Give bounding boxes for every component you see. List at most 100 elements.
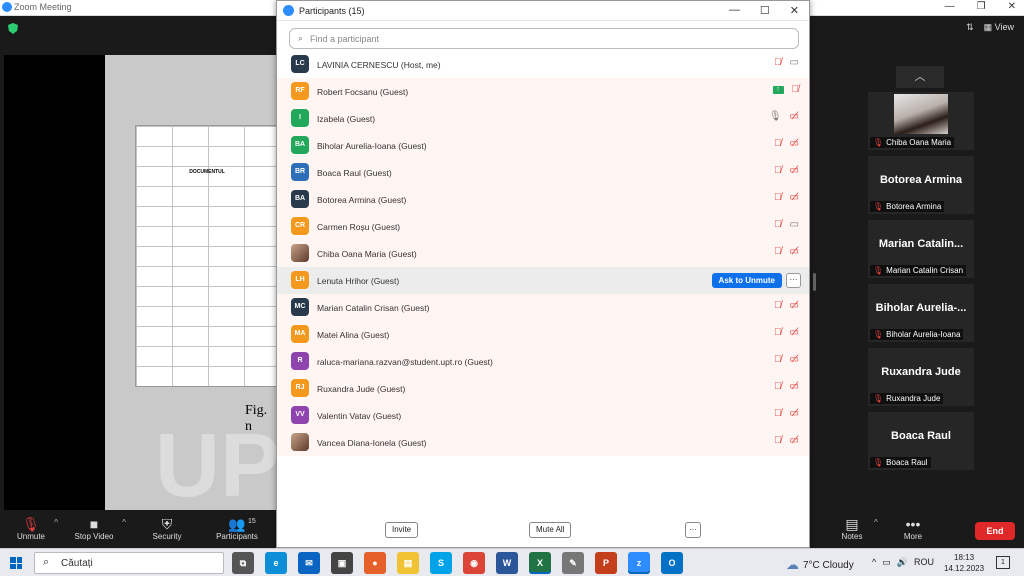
taskbar-clock[interactable]: 18:13 14.12.2023 [944, 552, 984, 574]
video-tile[interactable]: Biholar Aurelia-... 🎙 Biholar Aurelia-Ioan… [868, 284, 974, 342]
stop-video-button[interactable]: ■ Stop Video ^ [72, 516, 127, 541]
gallery-scroll-up-button[interactable]: ︿ [896, 66, 944, 88]
video-off-icon: ▭̸ [789, 381, 799, 392]
participant-row[interactable]: MA Matei Alina (Guest) 🎙̸ ▭̸ [277, 321, 809, 348]
participant-name: Ruxandra Jude (Guest) [317, 384, 406, 394]
tile-display-name: Ruxandra Jude [881, 366, 961, 378]
word-taskbar-icon[interactable]: W [496, 552, 518, 574]
weather-widget[interactable]: ☁ 7°C Cloudy [786, 557, 854, 573]
notes-button[interactable]: ▤ Notes [840, 516, 864, 541]
more-dots-icon: ••• [905, 516, 921, 532]
chevron-up-icon[interactable]: ^ [122, 518, 126, 527]
participant-row[interactable]: BR Boaca Raul (Guest) 🎙̸ ▭̸ [277, 159, 809, 186]
powerpoint-taskbar-icon[interactable]: P [595, 552, 617, 574]
video-tile[interactable]: Marian Catalin... 🎙 Marian Catalin Crisan [868, 220, 974, 278]
participant-status-icons: 🎙̸ ▭̸ [774, 138, 799, 149]
mic-muted-icon[interactable]: 🎙̸ [774, 435, 782, 446]
paint-taskbar-icon[interactable]: ✎ [562, 552, 584, 574]
participant-row[interactable]: CR Carmen Roșu (Guest) 🎙̸ ▭ [277, 213, 809, 240]
participant-row[interactable]: RF Robert Focsanu (Guest) ↑ 🎙̸ [277, 78, 809, 105]
mic-muted-icon[interactable]: 🎙̸ [774, 408, 782, 419]
outlook-taskbar-icon[interactable]: O [661, 552, 683, 574]
participant-row[interactable]: LH Lenuta Hrihor (Guest) Ask to Unmute ··· [277, 267, 809, 294]
task-view-taskbar-icon[interactable]: ⧉ [232, 552, 254, 574]
language-indicator[interactable]: ROU [914, 557, 934, 568]
unmute-button[interactable]: 🎙 Unmute ^ [14, 516, 58, 541]
mute-all-button[interactable]: Mute All [529, 522, 572, 538]
participant-row[interactable]: BA Botorea Armina (Guest) 🎙̸ ▭̸ [277, 186, 809, 213]
mail-taskbar-icon[interactable]: ✉ [298, 552, 320, 574]
participant-row[interactable]: BA Biholar Aurelia-Ioana (Guest) 🎙̸ ▭̸ [277, 132, 809, 159]
more-button[interactable]: ••• More [898, 516, 928, 541]
skype-taskbar-icon[interactable]: S [430, 552, 452, 574]
participant-row[interactable]: RJ Ruxandra Jude (Guest) 🎙̸ ▭̸ [277, 375, 809, 402]
windows-start-icon[interactable] [10, 557, 22, 569]
mic-muted-icon[interactable]: 🎙̸ [774, 354, 782, 365]
restore-icon[interactable]: ❐ [977, 1, 986, 12]
network-icon[interactable]: ▭ [882, 557, 891, 568]
security-shield-icon[interactable] [8, 23, 18, 34]
invite-button[interactable]: Invite [385, 522, 419, 538]
participant-more-button[interactable]: ··· [786, 273, 801, 288]
mic-muted-icon[interactable]: 🎙̸ [774, 327, 782, 338]
mic-icon[interactable]: 🎙 [769, 111, 782, 122]
taskbar-search-text: Căutați [61, 558, 93, 569]
participant-row[interactable]: MC Marian Catalin Crisan (Guest) 🎙̸ ▭̸ [277, 294, 809, 321]
view-button[interactable]: ▦ View [984, 22, 1014, 33]
video-tile[interactable]: Boaca Raul 🎙 Boaca Raul [868, 412, 974, 470]
participant-row[interactable]: LC LAVINIA CERNESCU (Host, me) 🎙̸ ▭ [277, 51, 809, 78]
video-off-icon: ▭̸ [789, 192, 799, 203]
end-meeting-button[interactable]: End [975, 522, 1015, 540]
store-taskbar-icon[interactable]: ▣ [331, 552, 353, 574]
zoom-taskbar-icon[interactable]: z [628, 552, 650, 574]
mic-muted-icon[interactable]: 🎙̸ [774, 138, 782, 149]
panel-resize-handle[interactable] [813, 273, 816, 291]
participant-name: Matei Alina (Guest) [317, 330, 390, 340]
shared-document-table: DOCUMENTUL [135, 125, 277, 387]
mic-muted-icon[interactable]: 🎙̸ [774, 57, 782, 68]
panel-title: Participants (15) [299, 6, 365, 16]
explorer-taskbar-icon[interactable]: ▤ [397, 552, 419, 574]
maximize-icon[interactable]: ☐ [760, 4, 770, 17]
video-off-icon: ▭̸ [789, 138, 799, 149]
chevron-up-icon[interactable]: ^ [54, 518, 58, 527]
chrome-taskbar-icon[interactable]: ◉ [463, 552, 485, 574]
edge-taskbar-icon[interactable]: e [265, 552, 287, 574]
participant-row[interactable]: I Izabela (Guest) 🎙 ▭̸ [277, 105, 809, 132]
security-label: Security [152, 532, 182, 541]
video-off-icon: ▭̸ [789, 165, 799, 176]
mic-muted-icon[interactable]: 🎙̸ [774, 192, 782, 203]
chevron-up-icon[interactable]: ^ [872, 557, 876, 568]
mic-muted-icon[interactable]: 🎙̸ [792, 84, 800, 95]
security-button[interactable]: ⛨ Security [150, 516, 184, 541]
participant-status-icons: 🎙 ▭̸ [769, 111, 799, 122]
mic-muted-icon[interactable]: 🎙̸ [774, 246, 782, 257]
notification-center-icon[interactable]: 1 [996, 556, 1010, 569]
participant-row[interactable]: VV Valentin Vatav (Guest) 🎙̸ ▭̸ [277, 402, 809, 429]
minimize-icon[interactable]: — [945, 1, 955, 12]
mic-muted-icon[interactable]: 🎙̸ [774, 381, 782, 392]
firefox-taskbar-icon[interactable]: ● [364, 552, 386, 574]
participant-search-input[interactable]: ⌕ Find a participant [289, 28, 799, 49]
video-tile[interactable]: 🎙 Chiba Oana Maria [868, 92, 974, 150]
ask-to-unmute-button[interactable]: Ask to Unmute [711, 273, 782, 288]
mic-muted-icon[interactable]: 🎙̸ [774, 300, 782, 311]
close-icon[interactable]: ✕ [790, 4, 799, 17]
camera-switch-icon[interactable]: ⇅ [966, 22, 974, 33]
video-tile[interactable]: Botorea Armina 🎙 Botorea Armina [868, 156, 974, 214]
mic-muted-icon[interactable]: 🎙̸ [774, 165, 782, 176]
chevron-up-icon[interactable]: ^ [874, 518, 878, 527]
more-options-button[interactable]: ··· [685, 522, 701, 538]
participant-row[interactable]: Rraluca-mariana.razvan@student.upt.ro (G… [277, 348, 809, 375]
shared-screen: DOCUMENTUL Fig. n UP [4, 55, 280, 516]
excel-taskbar-icon[interactable]: X [529, 552, 551, 574]
mic-muted-icon[interactable]: 🎙̸ [774, 219, 782, 230]
shield-icon: ⛨ [161, 516, 173, 532]
volume-icon[interactable]: 🔊 [897, 557, 908, 568]
participant-row[interactable]: Vancea Diana-Ionela (Guest) 🎙̸ ▭̸ [277, 429, 809, 456]
taskbar-search-input[interactable]: ⌕ Căutați [34, 552, 224, 574]
minimize-icon[interactable]: — [729, 4, 740, 17]
close-icon[interactable]: ✕ [1008, 1, 1016, 12]
video-tile[interactable]: Ruxandra Jude 🎙 Ruxandra Jude [868, 348, 974, 406]
participant-row[interactable]: Chiba Oana Maria (Guest) 🎙̸ ▭̸ [277, 240, 809, 267]
